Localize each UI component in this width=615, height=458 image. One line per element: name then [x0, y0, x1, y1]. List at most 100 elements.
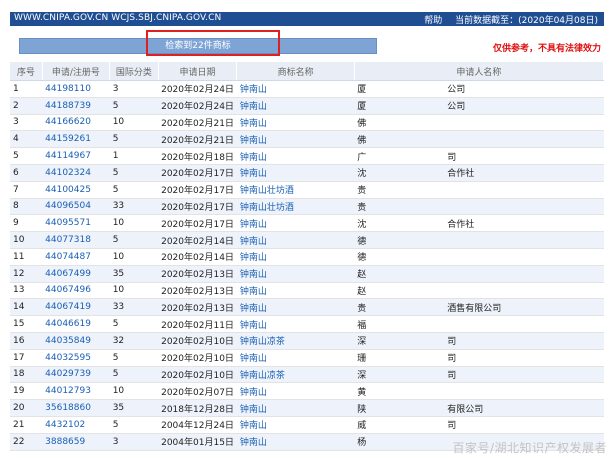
mark-name-cell: 钟南山壮坊酒: [236, 198, 355, 216]
mark-name-link[interactable]: 钟南山: [240, 354, 267, 364]
reg-no-link[interactable]: 3888659: [45, 437, 85, 447]
mark-name-link[interactable]: 钟南山: [240, 388, 267, 398]
table-row[interactable]: 3 44166620 10 2020年02月21日 钟南山 佛: [10, 114, 604, 132]
mark-name-link[interactable]: 钟南山: [240, 136, 267, 146]
class-cell: 32: [109, 332, 159, 350]
mark-name-link[interactable]: 钟南山壮坊酒: [240, 203, 294, 213]
mark-name-link[interactable]: 钟南山: [240, 304, 267, 314]
reg-no-link[interactable]: 44035849: [45, 336, 91, 346]
table-row[interactable]: 13 44067496 10 2020年02月13日 钟南山 赵: [10, 282, 604, 300]
class-cell: 35: [109, 399, 159, 417]
col-header-applicant: 申请人名称: [354, 62, 605, 81]
reg-no-link[interactable]: 44067496: [45, 285, 91, 295]
applicant-cell: 珊司: [354, 349, 604, 367]
reg-no-cell: 4432102: [42, 416, 110, 434]
table-row[interactable]: 19 44012793 10 2020年02月07日 钟南山 黄: [10, 382, 604, 401]
class-cell: 10: [109, 114, 159, 132]
reg-no-cell: 44067496: [42, 282, 110, 300]
date-cell: 2020年02月17日: [158, 164, 237, 182]
table-row[interactable]: 21 4432102 5 2004年12月24日 钟南山威司: [10, 416, 604, 434]
table-row[interactable]: 16 44035849 32 2020年02月10日 钟南山凉茶深司: [10, 332, 604, 350]
table-row[interactable]: 2 44188739 5 2020年02月24日 钟南山 厦 公司: [10, 97, 604, 115]
reg-no-link[interactable]: 44046619: [45, 319, 91, 329]
applicant-cell: 厦 公司: [354, 97, 604, 115]
table-row[interactable]: 1 44198110 3 2020年02月24日 钟南山 厦 公司: [10, 80, 604, 98]
class-cell: 5: [109, 366, 159, 384]
table-row[interactable]: 18 44029739 5 2020年02月10日 钟南山凉茶深司: [10, 366, 604, 384]
mark-name-link[interactable]: 钟南山凉茶: [240, 371, 285, 381]
reg-no-link[interactable]: 44067499: [45, 269, 91, 279]
applicant-suffix: 司: [447, 421, 457, 432]
class-cell: 10: [109, 382, 159, 401]
mark-name-link[interactable]: 钟南山壮坊酒: [240, 186, 294, 196]
table-row[interactable]: 20 35618860 35 2018年12月28日 钟南山 陕 有限公司: [10, 399, 604, 417]
applicant-cell: 佛: [354, 114, 604, 132]
applicant-prefix: 赵: [357, 286, 367, 297]
mark-name-cell: 钟南山: [236, 97, 355, 115]
date-cell: 2020年02月10日: [158, 332, 237, 350]
reg-no-link[interactable]: 44077318: [45, 235, 91, 245]
mark-name-link[interactable]: 钟南山: [240, 85, 267, 95]
table-row[interactable]: 11 44074487 10 2020年02月14日 钟南山 德: [10, 248, 604, 266]
reg-no-link[interactable]: 44032595: [45, 353, 91, 363]
reg-no-link[interactable]: 44012793: [45, 386, 91, 396]
reg-no-link[interactable]: 44067419: [45, 302, 91, 312]
applicant-cell: 沈 合作社: [354, 214, 604, 233]
reg-no-link[interactable]: 44188739: [45, 101, 91, 111]
reg-no-link[interactable]: 44114967: [45, 151, 91, 161]
applicant-suffix: 司: [447, 337, 457, 348]
table-row[interactable]: 5 44114967 1 2020年02月18日 钟南山广司: [10, 147, 604, 165]
reg-no-cell: 44114967: [42, 147, 110, 165]
mark-name-link[interactable]: 钟南山: [240, 270, 267, 280]
reg-no-link[interactable]: 44029739: [45, 369, 91, 379]
date-cell: 2020年02月13日: [158, 298, 237, 317]
applicant-suffix: 酒售有限公司: [447, 303, 502, 314]
table-row[interactable]: 6 44102324 5 2020年02月17日 钟南山 沈 合作社: [10, 164, 604, 182]
table-row[interactable]: 9 44095571 10 2020年02月17日 钟南山 沈 合作社: [10, 214, 604, 233]
table-row[interactable]: 4 44159261 5 2020年02月21日 钟南山 佛: [10, 130, 604, 149]
reg-no-link[interactable]: 44074487: [45, 252, 91, 262]
applicant-prefix: 沈: [357, 169, 367, 180]
reg-no-link[interactable]: 44096504: [45, 201, 91, 211]
table-row[interactable]: 7 44100425 5 2020年02月17日 钟南山壮坊酒 贵: [10, 181, 604, 199]
mark-name-link[interactable]: 钟南山: [240, 405, 267, 415]
mark-name-cell: 钟南山: [236, 298, 355, 317]
table-header-row: 序号 申请/注册号 国际分类 申请日期 商标名称 申请人名称: [10, 62, 605, 81]
reg-no-link[interactable]: 44159261: [45, 134, 91, 144]
date-cell: 2020年02月21日: [158, 114, 237, 132]
mark-name-link[interactable]: 钟南山: [240, 321, 267, 331]
reg-no-link[interactable]: 35618860: [45, 403, 91, 413]
reg-no-link[interactable]: 44102324: [45, 168, 91, 178]
reg-no-link[interactable]: 44100425: [45, 185, 91, 195]
class-cell: 5: [109, 130, 159, 149]
date-cell: 2020年02月14日: [158, 231, 237, 249]
reg-no-link[interactable]: 44166620: [45, 117, 91, 127]
help-link[interactable]: 帮助: [424, 16, 442, 26]
reg-no-cell: 44012793: [42, 382, 110, 401]
table-row[interactable]: 12 44067499 35 2020年02月13日 钟南山 赵: [10, 265, 604, 283]
table-row[interactable]: 10 44077318 5 2020年02月14日 钟南山 德: [10, 231, 604, 249]
mark-name-link[interactable]: 钟南山: [240, 421, 267, 431]
table-row[interactable]: 17 44032595 5 2020年02月10日 钟南山珊司: [10, 349, 604, 367]
mark-name-cell: 钟南山: [236, 130, 355, 149]
mark-name-link[interactable]: 钟南山: [240, 287, 267, 297]
table-row[interactable]: 8 44096504 33 2020年02月17日 钟南山壮坊酒 贵: [10, 198, 604, 216]
mark-name-link[interactable]: 钟南山凉茶: [240, 337, 285, 347]
mark-name-link[interactable]: 钟南山: [240, 169, 267, 179]
site-urls: WWW.CNIPA.GOV.CN WCJS.SBJ.CNIPA.GOV.CN: [14, 13, 222, 23]
mark-name-link[interactable]: 钟南山: [240, 220, 267, 230]
mark-name-link[interactable]: 钟南山: [240, 438, 267, 448]
mark-name-link[interactable]: 钟南山: [240, 253, 267, 263]
table-row[interactable]: 14 44067419 33 2020年02月13日 钟南山 贵 酒售有限公司: [10, 298, 604, 317]
reg-no-link[interactable]: 44198110: [45, 84, 91, 94]
table-row[interactable]: 15 44046619 5 2020年02月11日 钟南山 福: [10, 315, 604, 333]
mark-name-cell: 钟南山凉茶: [236, 332, 355, 350]
reg-no-link[interactable]: 44095571: [45, 218, 91, 228]
class-cell: 33: [109, 298, 159, 317]
mark-name-link[interactable]: 钟南山: [240, 237, 267, 247]
mark-name-link[interactable]: 钟南山: [240, 119, 267, 129]
date-cell: 2020年02月10日: [158, 366, 237, 384]
mark-name-link[interactable]: 钟南山: [240, 153, 267, 163]
reg-no-link[interactable]: 4432102: [45, 420, 85, 430]
mark-name-link[interactable]: 钟南山: [240, 102, 267, 112]
